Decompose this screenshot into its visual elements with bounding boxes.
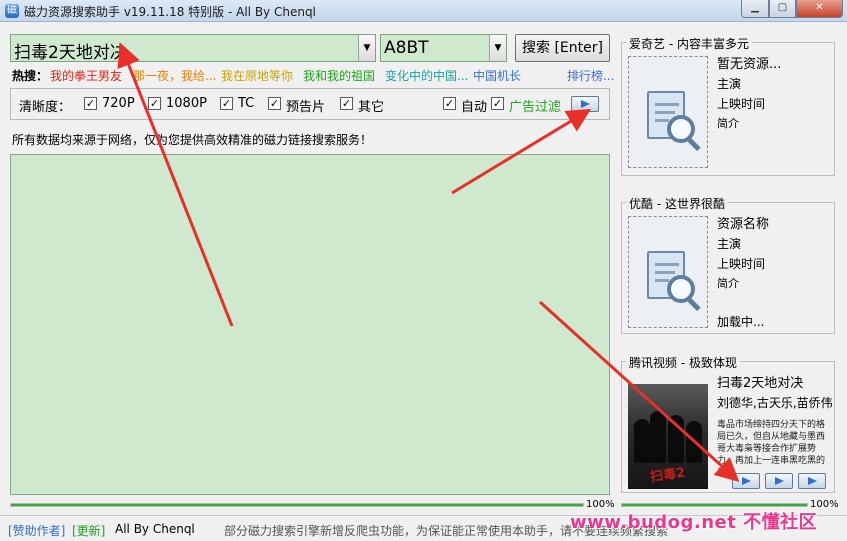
minimize-icon: ▁: [751, 2, 759, 13]
progress-fill: [622, 504, 807, 506]
author-label: All By Chenql: [115, 522, 195, 536]
checkbox-tc-label: TC: [238, 96, 255, 111]
intro-label: 简介: [717, 277, 739, 290]
checkbox-other[interactable]: ✓: [340, 97, 353, 110]
hot-search-item[interactable]: 我在原地等你: [221, 67, 293, 84]
window-title: 磁力资源搜索助手 v19.11.18 特别版 - All By Chenql: [24, 5, 316, 19]
sponsor-link[interactable]: [赞助作者]: [8, 522, 65, 539]
poster-figure: [668, 415, 684, 463]
play-button-1[interactable]: [732, 473, 760, 489]
checkbox-720p[interactable]: ✓: [84, 97, 97, 110]
checkbox-ad-filter-label: 广告过滤: [509, 100, 562, 115]
app-icon: 磁: [5, 4, 19, 18]
chevron-down-icon[interactable]: ▼: [358, 35, 375, 61]
release-label: 上映时间: [717, 257, 766, 271]
hot-search-row: 热搜： 我的拳王男友 那一夜，我给... 我在原地等你 我和我的祖国 变化中的中…: [12, 67, 614, 84]
rank-link[interactable]: 排行榜...: [567, 67, 614, 84]
title-bar: 磁 磁力资源搜索助手 v19.11.18 特别版 - All By Chenql…: [0, 0, 847, 22]
poster-figure: [686, 421, 702, 463]
card-title: 优酷 - 这世界很酷: [626, 195, 728, 212]
hot-search-item[interactable]: 中国机长: [473, 67, 521, 84]
hot-search-item[interactable]: 我和我的祖国: [303, 67, 375, 84]
options-bar: 清晰度： ✓ 720P ✓ 1080P ✓ TC ✓ 预告片 ✓ 其它 ✓ 自动…: [10, 88, 610, 120]
poster-figure: [650, 411, 666, 463]
checkbox-ad-filter[interactable]: ✓: [491, 97, 504, 110]
hot-search-label: 热搜：: [12, 69, 49, 83]
maximize-icon: ▢: [777, 2, 788, 13]
poster-figure: [634, 419, 650, 463]
play-button-2[interactable]: [765, 473, 793, 489]
resource-name[interactable]: 扫毒2天地对决: [717, 372, 803, 391]
card-youku: 优酷 - 这世界很酷 资源名称 主演 上映时间 简介 加载中...: [621, 195, 835, 334]
movie-poster[interactable]: 扫毒2: [628, 384, 708, 489]
loading-text: 加载中...: [717, 315, 765, 329]
checkbox-1080p[interactable]: ✓: [148, 97, 161, 110]
actor-label: 刘德华,古天乐,苗侨伟: [717, 396, 833, 410]
hot-search-item[interactable]: 变化中的中国...: [385, 67, 468, 84]
actor-label: 主演: [717, 77, 742, 91]
start-button[interactable]: [571, 96, 599, 112]
intro-label: 简介: [717, 117, 739, 130]
progress-fill: [11, 504, 583, 506]
close-icon: ✕: [815, 2, 824, 13]
results-list[interactable]: [10, 154, 610, 495]
close-button[interactable]: ✕: [796, 0, 843, 18]
chevron-down-icon[interactable]: ▼: [489, 35, 506, 61]
search-progress-bar: [10, 503, 584, 507]
card-iqiyi: 爱奇艺 - 内容丰富多元 暂无资源... 主演 上映时间 简介: [621, 35, 835, 176]
update-link[interactable]: [更新]: [72, 522, 105, 539]
poster-placeholder: [628, 216, 708, 328]
watermark: www.budog.net 不懂社区: [570, 512, 818, 533]
search-input-value[interactable]: 扫毒2天地对决: [14, 38, 127, 63]
checkbox-other-label: 其它: [358, 100, 385, 115]
checkbox-trailer[interactable]: ✓: [268, 97, 281, 110]
resource-name[interactable]: 资源名称: [717, 213, 769, 232]
search-button[interactable]: 搜索 [Enter]: [515, 34, 610, 62]
resource-name[interactable]: 暂无资源...: [717, 53, 781, 72]
checkbox-720p-label: 720P: [102, 96, 135, 111]
play-icon: [733, 474, 759, 488]
poster-logo: 扫毒2: [649, 465, 687, 486]
site-select-value[interactable]: A8BT: [384, 38, 429, 58]
checkbox-trailer-label: 预告片: [286, 100, 326, 115]
checkbox-tc[interactable]: ✓: [220, 97, 233, 110]
actor-label: 主演: [717, 237, 742, 251]
hot-search-item[interactable]: 那一夜，我给...: [133, 67, 216, 84]
checkbox-auto[interactable]: ✓: [443, 97, 456, 110]
play-button-3[interactable]: [798, 473, 826, 489]
preview-progress-bar: [621, 503, 808, 507]
maximize-button[interactable]: ▢: [769, 0, 796, 18]
minimize-button[interactable]: ▁: [741, 0, 769, 18]
site-select[interactable]: A8BT ▼: [380, 34, 507, 62]
hot-search-item[interactable]: 我的拳王男友: [50, 67, 122, 84]
play-icon: [572, 97, 598, 111]
play-icon: [799, 474, 825, 488]
checkbox-auto-label: 自动: [461, 100, 488, 115]
quality-label: 清晰度：: [19, 100, 72, 115]
card-title: 腾讯视频 - 极致体现: [626, 354, 740, 371]
poster-placeholder: [628, 56, 708, 168]
search-combo[interactable]: 扫毒2天地对决 ▼: [10, 34, 376, 63]
play-icon: [766, 474, 792, 488]
release-label: 上映时间: [717, 97, 766, 111]
disclaimer-text: 所有数据均来源于网络，仅为您提供高效精准的磁力链接搜索服务！: [12, 133, 373, 147]
checkbox-1080p-label: 1080P: [166, 96, 207, 111]
card-title: 爱奇艺 - 内容丰富多元: [626, 35, 752, 52]
card-tencent: 腾讯视频 - 极致体现 扫毒2 扫毒2天地对决 刘德华,古天乐,苗侨伟 毒品市场…: [621, 354, 835, 493]
synopsis-text: 毒品市场缔持四分天下的格局已久，但自从地藏与墨西哥大毒枭等接合作扩展势力，再加上…: [717, 420, 826, 478]
